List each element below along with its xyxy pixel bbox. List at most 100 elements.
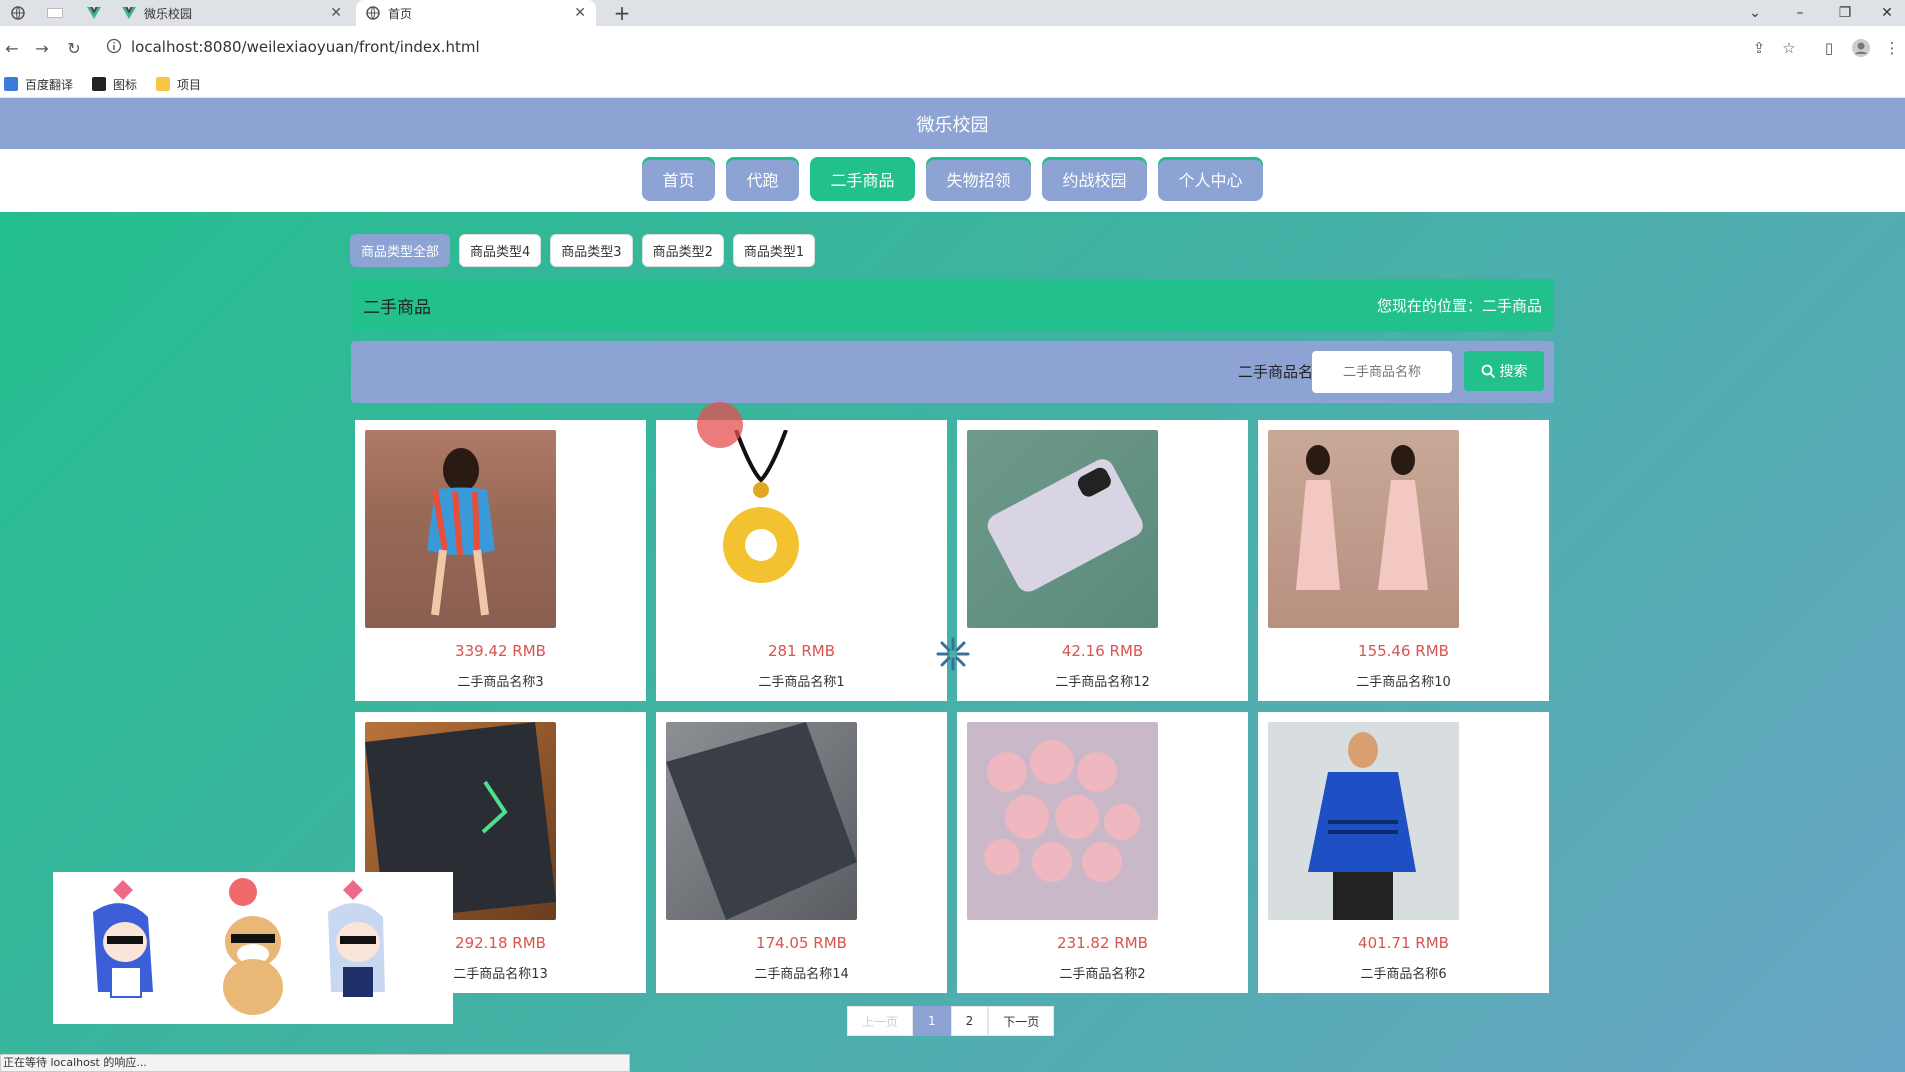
product-image-gold-pendant	[666, 429, 857, 628]
pinned-tab-globe[interactable]	[4, 0, 32, 26]
tab-home[interactable]: 首页 ✕	[356, 0, 596, 26]
type-4[interactable]: 商品类型4	[459, 234, 542, 267]
page-2-button[interactable]: 2	[950, 1006, 989, 1036]
product-name: 二手商品名称10	[1356, 675, 1451, 690]
image-icon	[92, 77, 106, 91]
product-image-laptop-closed	[666, 722, 857, 920]
product-price: 339.42 RMB	[455, 642, 546, 660]
tab-label: 首页	[388, 6, 413, 21]
share-icon[interactable]: ⇪	[1748, 37, 1770, 59]
main-nav: 首页 代跑 二手商品 失物招领 约战校园 个人中心	[0, 149, 1905, 212]
product-image-roses	[967, 722, 1158, 920]
product-image-blue-sweater	[1268, 722, 1459, 920]
back-icon[interactable]: ←	[0, 36, 24, 60]
bookmark-icons[interactable]: 图标	[92, 74, 137, 94]
browser-tab-bar: 微乐校园 ✕ 首页 ✕ + ⌄ – ❐ ✕	[0, 0, 1905, 26]
vue-logo-icon	[87, 7, 101, 19]
product-card[interactable]: 155.46 RMB 二手商品名称10	[1258, 420, 1549, 701]
type-1[interactable]: 商品类型1	[732, 234, 816, 267]
product-card[interactable]: 174.05 RMB 二手商品名称14	[656, 712, 947, 993]
product-name: 二手商品名称1	[758, 675, 845, 690]
product-name: 二手商品名称12	[1055, 675, 1150, 690]
new-tab-button[interactable]: +	[608, 0, 636, 26]
tab-search-icon[interactable]: ⌄	[1735, 0, 1775, 26]
bookmark-star-icon[interactable]: ☆	[1778, 37, 1800, 59]
vue-logo-icon	[122, 6, 136, 20]
forward-icon[interactable]: →	[30, 36, 54, 60]
next-page-button[interactable]: 下一页	[988, 1006, 1055, 1036]
product-name: 二手商品名称3	[457, 675, 544, 690]
restore-icon[interactable]: ❐	[1825, 0, 1865, 26]
type-2[interactable]: 商品类型2	[641, 234, 724, 267]
breadcrumb: 您现在的位置：二手商品	[1376, 297, 1542, 315]
pinned-tab-vue[interactable]	[80, 0, 108, 26]
product-card[interactable]: 401.71 RMB 二手商品名称6	[1258, 712, 1549, 993]
nav-personal-center[interactable]: 个人中心	[1158, 157, 1263, 201]
cartoon-stickers-image	[93, 878, 385, 1015]
product-name: 二手商品名称2	[1059, 967, 1146, 982]
product-price: 42.16 RMB	[1061, 642, 1144, 660]
tab-weile[interactable]: 微乐校园 ✕	[112, 0, 352, 26]
search-icon	[1481, 364, 1495, 378]
product-price: 174.05 RMB	[756, 934, 847, 952]
search-input[interactable]	[1312, 351, 1452, 393]
nav-home[interactable]: 首页	[642, 157, 715, 201]
type-3[interactable]: 商品类型3	[550, 234, 633, 267]
bookmark-baidu-translate[interactable]: 百度翻译	[4, 74, 73, 94]
type-all[interactable]: 商品类型全部	[350, 234, 451, 267]
close-icon[interactable]: ✕	[574, 5, 586, 21]
product-card[interactable]: 339.42 RMB 二手商品名称3	[355, 420, 646, 701]
product-card[interactable]: 281 RMB 二手商品名称1	[656, 420, 947, 701]
product-grid: 339.42 RMB 二手商品名称3 281 RMB 二手商品名称1 42.16…	[355, 420, 1551, 993]
nav-campus-battle[interactable]: 约战校园	[1042, 157, 1147, 201]
nav-lost-found[interactable]: 失物招领	[926, 157, 1031, 201]
translate-icon	[4, 77, 18, 91]
window-close-icon[interactable]: ✕	[1870, 0, 1904, 26]
profile-avatar-icon[interactable]	[1850, 37, 1872, 59]
pinned-tab-blank[interactable]	[40, 0, 70, 26]
browser-status-bar: 正在等待 localhost 的响应...	[0, 1054, 630, 1072]
site-info-icon[interactable]	[106, 38, 122, 54]
prev-page-button[interactable]: 上一页	[847, 1006, 914, 1036]
search-bar: 二手商品名称 搜索	[351, 341, 1554, 403]
menu-kebab-icon[interactable]: ⋮	[1884, 37, 1900, 59]
url-input[interactable]: localhost:8080/weilexiaoyuan/front/index…	[131, 38, 480, 56]
product-name: 二手商品名称6	[1360, 967, 1447, 982]
site-title: 微乐校园	[916, 114, 989, 136]
section-titlebar: 二手商品 您现在的位置：二手商品	[351, 279, 1554, 332]
loading-spinner-icon	[936, 637, 970, 671]
address-bar: ← → ↻ localhost:8080/weilexiaoyuan/front…	[0, 26, 1905, 70]
product-image-phone	[967, 430, 1158, 628]
side-panel-icon[interactable]: ▯	[1818, 37, 1840, 59]
product-price: 281 RMB	[767, 642, 836, 660]
bookmark-project-folder[interactable]: 项目	[156, 74, 201, 94]
globe-icon	[366, 6, 380, 20]
minimize-icon[interactable]: –	[1780, 0, 1820, 26]
nav-running-errand[interactable]: 代跑	[726, 157, 799, 201]
folder-icon	[156, 77, 170, 91]
bookmark-label: 项目	[177, 77, 202, 92]
pagination: 上一页 1 2 下一页	[847, 1006, 1055, 1036]
product-image-pink-dress	[1268, 430, 1459, 628]
product-name: 二手商品名称14	[754, 967, 849, 982]
search-button[interactable]: 搜索	[1464, 351, 1544, 391]
product-image-dress	[365, 430, 556, 628]
category-filter: 商品类型全部 商品类型4 商品类型3 商品类型2 商品类型1	[350, 234, 816, 267]
search-button-label: 搜索	[1499, 364, 1528, 380]
tab-label: 微乐校园	[144, 6, 193, 21]
sticker-overlay	[53, 872, 453, 1024]
site-header: 微乐校园	[0, 98, 1905, 149]
close-icon[interactable]: ✕	[330, 5, 342, 21]
reload-icon[interactable]: ↻	[62, 36, 86, 60]
section-title: 二手商品	[363, 298, 431, 318]
product-card[interactable]: 231.82 RMB 二手商品名称2	[957, 712, 1248, 993]
product-price: 401.71 RMB	[1358, 934, 1449, 952]
page-1-button[interactable]: 1	[913, 1006, 951, 1036]
product-card[interactable]: 42.16 RMB 二手商品名称12	[957, 420, 1248, 701]
click-indicator	[697, 402, 743, 448]
product-price: 231.82 RMB	[1057, 934, 1148, 952]
globe-icon	[11, 6, 25, 20]
nav-second-hand[interactable]: 二手商品	[810, 157, 915, 201]
blank-page-icon	[47, 8, 63, 18]
bookmarks-bar: 百度翻译 图标 项目	[0, 70, 1905, 98]
